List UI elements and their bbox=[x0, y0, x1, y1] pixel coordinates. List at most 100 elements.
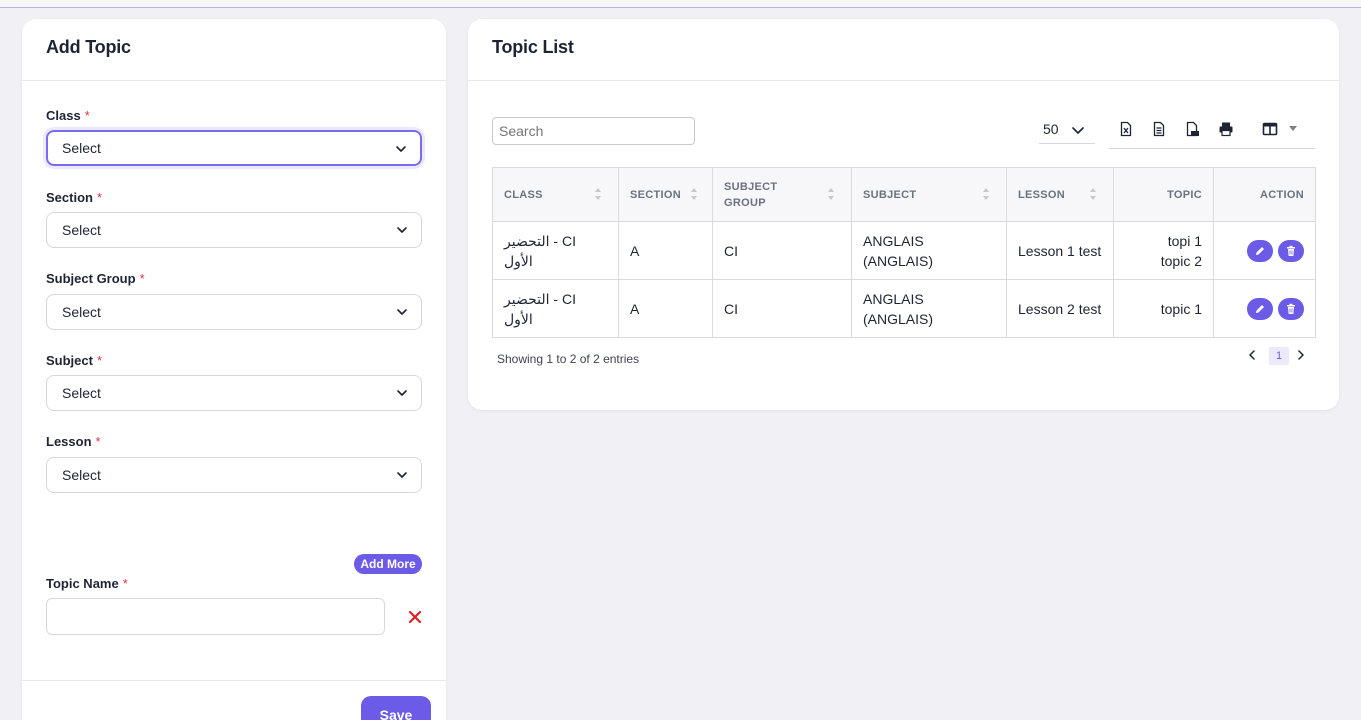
topic-name-input[interactable] bbox=[46, 598, 385, 635]
table-row: CI - التحضير الأول A CI ANGLAIS (ANGLAIS… bbox=[492, 221, 1316, 280]
subject-select-value: Select bbox=[62, 385, 101, 401]
trash-icon bbox=[1287, 245, 1295, 256]
required-mark: * bbox=[139, 271, 145, 286]
cell-action bbox=[1213, 221, 1316, 280]
cell-subject-group: CI bbox=[712, 221, 852, 280]
columns-icon[interactable] bbox=[1262, 121, 1278, 137]
export-toolbar bbox=[1109, 116, 1315, 149]
column-header-subject[interactable]: SUBJECT bbox=[851, 167, 1007, 222]
section-label-text: Section bbox=[46, 190, 93, 205]
cell-lesson: Lesson 1 test bbox=[1006, 221, 1114, 280]
topic-list-card: Topic List 50 bbox=[468, 19, 1339, 410]
topic-item: topic 1 bbox=[1160, 300, 1202, 317]
subject-group-label: Subject Group * bbox=[46, 271, 145, 286]
cell-subject-group: CI bbox=[712, 279, 852, 338]
add-more-button[interactable]: Add More bbox=[354, 554, 422, 574]
cell-class: CI - التحضير الأول bbox=[492, 221, 619, 280]
edit-button[interactable] bbox=[1247, 297, 1273, 320]
topic-item: topic 2 bbox=[1160, 252, 1202, 269]
delete-button[interactable] bbox=[1278, 297, 1304, 320]
class-select[interactable]: Select bbox=[46, 130, 422, 166]
required-mark: * bbox=[95, 434, 101, 449]
subject-group-select[interactable]: Select bbox=[46, 294, 422, 330]
cell-section: A bbox=[618, 221, 713, 280]
add-topic-card: Add Topic Class * Select Section * Select … bbox=[22, 19, 446, 720]
page-size-value: 50 bbox=[1043, 121, 1059, 137]
cell-section: A bbox=[618, 279, 713, 338]
section-label: Section * bbox=[46, 190, 102, 205]
lesson-label-text: Lesson bbox=[46, 434, 92, 449]
cell-class: CI - التحضير الأول bbox=[492, 279, 619, 338]
trash-icon bbox=[1287, 303, 1295, 314]
table-row: CI - التحضير الأول A CI ANGLAIS (ANGLAIS… bbox=[492, 279, 1316, 338]
table-header-row: CLASS SECTION SUBJECT GROUP SUBJECT LESS… bbox=[492, 167, 1316, 222]
page-button[interactable]: 1 bbox=[1269, 347, 1289, 365]
delete-button[interactable] bbox=[1278, 239, 1304, 262]
subject-select[interactable]: Select bbox=[46, 375, 422, 411]
column-header-lesson[interactable]: LESSON bbox=[1006, 167, 1114, 222]
subject-label: Subject * bbox=[46, 353, 102, 368]
card-header-divider bbox=[22, 80, 446, 81]
close-icon[interactable] bbox=[408, 610, 422, 624]
csv-icon[interactable] bbox=[1151, 121, 1167, 137]
pencil-icon bbox=[1256, 304, 1264, 313]
column-header-section[interactable]: SECTION bbox=[618, 167, 713, 222]
topic-name-label: Topic Name * bbox=[46, 576, 128, 591]
top-header-strip bbox=[0, 0, 1361, 8]
section-select-value: Select bbox=[62, 222, 101, 238]
class-select-value: Select bbox=[62, 140, 101, 156]
print-icon[interactable] bbox=[1218, 121, 1234, 137]
chevron-down-icon bbox=[396, 146, 406, 152]
cell-class-text: CI - التحضير الأول bbox=[504, 290, 576, 327]
column-header-text: LESSON bbox=[1018, 188, 1066, 201]
topic-list-title: Topic List bbox=[492, 37, 574, 57]
save-button[interactable]: Save bbox=[361, 696, 431, 720]
cell-action bbox=[1213, 279, 1316, 338]
column-header-subject-group[interactable]: SUBJECT GROUP bbox=[712, 167, 852, 222]
cell-topic: topic 1 bbox=[1113, 279, 1214, 338]
chevron-down-icon bbox=[397, 390, 407, 396]
required-mark: * bbox=[122, 576, 128, 591]
card-header-divider bbox=[468, 80, 1339, 81]
page-size-select[interactable]: 50 bbox=[1039, 118, 1095, 144]
sort-icon bbox=[595, 188, 601, 200]
sort-icon bbox=[691, 188, 697, 200]
chevron-down-icon bbox=[397, 472, 407, 478]
sort-icon bbox=[983, 188, 989, 200]
class-label: Class * bbox=[46, 108, 90, 123]
chevron-left-icon[interactable] bbox=[1248, 350, 1256, 360]
lesson-label: Lesson * bbox=[46, 434, 101, 449]
lesson-select-value: Select bbox=[62, 467, 101, 483]
excel-icon[interactable] bbox=[1118, 121, 1134, 137]
cell-lesson: Lesson 2 test bbox=[1006, 279, 1114, 338]
subject-group-select-value: Select bbox=[62, 304, 101, 320]
chevron-right-icon[interactable] bbox=[1297, 350, 1305, 360]
edit-button[interactable] bbox=[1247, 239, 1273, 262]
cell-topic: topi 1 topic 2 bbox=[1113, 221, 1214, 280]
required-mark: * bbox=[84, 108, 90, 123]
lesson-select[interactable]: Select bbox=[46, 457, 422, 493]
add-topic-title: Add Topic bbox=[46, 37, 131, 57]
sort-icon bbox=[1090, 188, 1096, 200]
sort-icon bbox=[828, 188, 834, 200]
chevron-down-icon bbox=[397, 227, 407, 233]
pdf-icon[interactable] bbox=[1184, 121, 1200, 137]
search-input[interactable] bbox=[492, 117, 695, 145]
topic-name-label-text: Topic Name bbox=[46, 576, 119, 591]
chevron-down-icon bbox=[1072, 127, 1084, 134]
class-label-text: Class bbox=[46, 108, 81, 123]
column-header-text: SUBJECT bbox=[863, 188, 917, 201]
chevron-down-icon bbox=[397, 309, 407, 315]
pencil-icon bbox=[1256, 246, 1264, 255]
subject-group-label-text: Subject Group bbox=[46, 271, 136, 286]
topic-item: topi 1 bbox=[1167, 232, 1202, 249]
column-header-topic: TOPIC bbox=[1113, 167, 1214, 222]
column-header-text: SECTION bbox=[630, 188, 681, 201]
column-header-text: CLASS bbox=[504, 188, 543, 201]
column-header-text: ACTION bbox=[1260, 188, 1304, 201]
cell-subject: ANGLAIS (ANGLAIS) bbox=[851, 279, 1007, 338]
table-info: Showing 1 to 2 of 2 entries bbox=[497, 352, 640, 366]
caret-down-icon[interactable] bbox=[1285, 121, 1301, 137]
column-header-class[interactable]: CLASS bbox=[492, 167, 619, 222]
section-select[interactable]: Select bbox=[46, 212, 422, 248]
